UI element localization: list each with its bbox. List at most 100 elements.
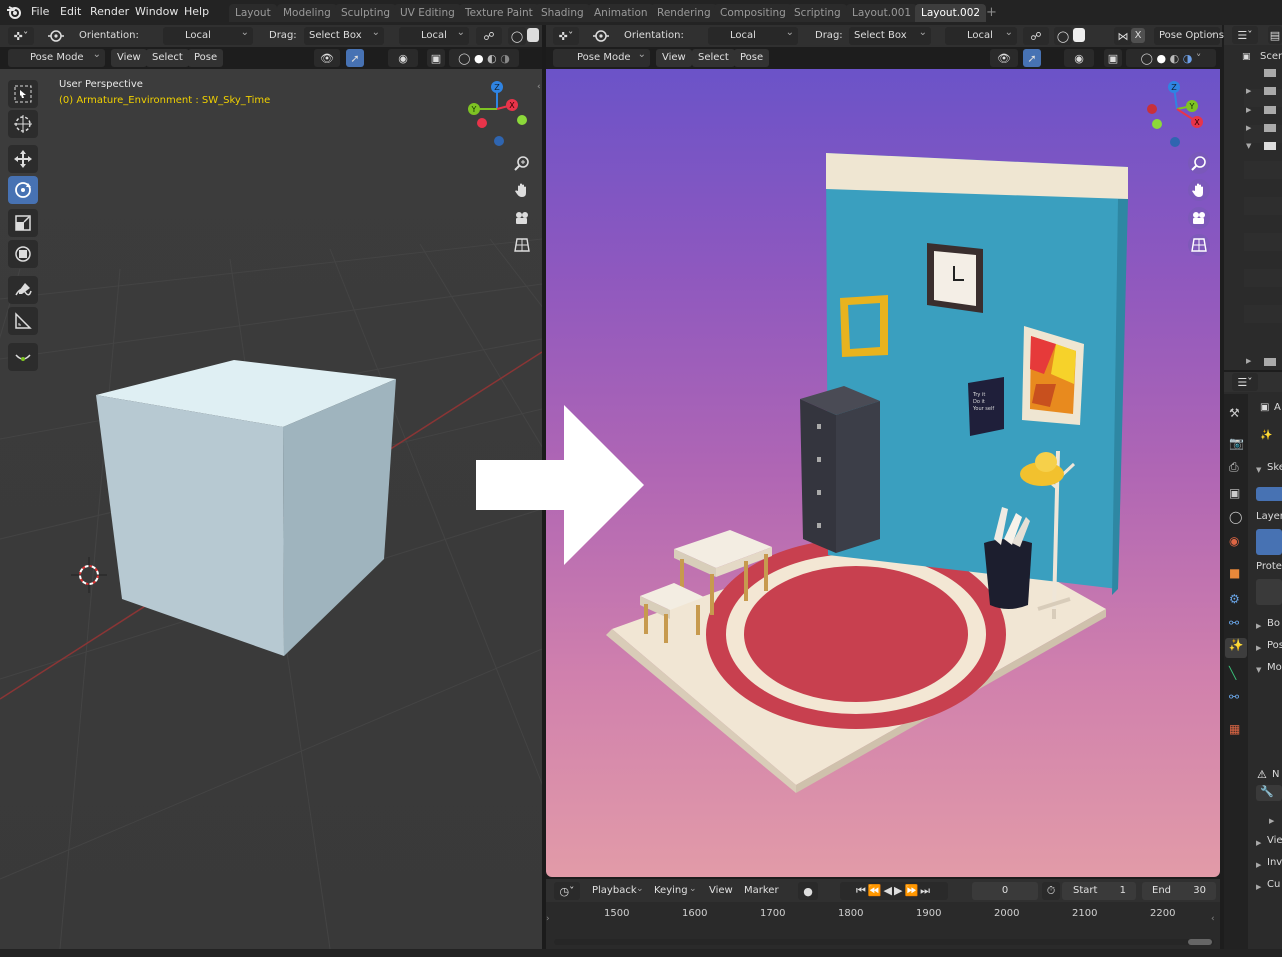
- visibility-icon[interactable]: 👁: [314, 49, 340, 67]
- right-3d-viewport-rendered[interactable]: Try it Do it Your self Z Y X: [546, 69, 1220, 877]
- mode-dropdown-right[interactable]: Pose Mode: [553, 46, 650, 67]
- pivot-dropdown-right[interactable]: Local: [945, 24, 1017, 45]
- pose-position-toggle[interactable]: [1256, 487, 1282, 501]
- texture-tab-icon[interactable]: ▦: [1229, 722, 1240, 736]
- timeline-scroll-thumb[interactable]: [1188, 939, 1212, 945]
- view-menu[interactable]: View: [111, 49, 147, 67]
- bone-roll-icon[interactable]: [8, 343, 38, 371]
- output-tab-icon[interactable]: ⎙: [1229, 460, 1239, 475]
- xray-icon[interactable]: ▣: [427, 49, 445, 67]
- motion-paths-panel[interactable]: Mo: [1267, 662, 1282, 673]
- armature-name[interactable]: A: [1274, 402, 1281, 413]
- camera-icon-right[interactable]: [1188, 207, 1210, 229]
- snap-icon[interactable]: ☍: [476, 27, 502, 45]
- tab-shading[interactable]: Shading: [535, 4, 590, 22]
- bone-constraint-tab-icon[interactable]: ⚯: [1229, 690, 1239, 704]
- snap-icon-right[interactable]: ☍: [1023, 27, 1049, 45]
- skeleton-panel[interactable]: Ske: [1267, 462, 1282, 473]
- mirror-x-toggle[interactable]: X: [1131, 28, 1145, 43]
- timeline-right-arrow-icon[interactable]: ‹: [1211, 914, 1215, 924]
- rotate-icon[interactable]: [8, 176, 38, 204]
- scene-tab-icon[interactable]: ◯: [1229, 510, 1242, 524]
- annotate-icon[interactable]: [8, 276, 38, 304]
- cursor-icon[interactable]: [8, 110, 38, 138]
- orientation-dropdown-right[interactable]: Local: [708, 24, 798, 45]
- protected-grid[interactable]: [1256, 579, 1282, 605]
- tab-layout-002[interactable]: Layout.002: [915, 4, 987, 22]
- grid-view-icon[interactable]: [511, 234, 533, 256]
- orientation-dropdown[interactable]: Local: [163, 24, 253, 45]
- menu-file[interactable]: File: [31, 5, 49, 18]
- marker-menu[interactable]: Marker: [738, 882, 785, 900]
- playback-menu[interactable]: Playback: [586, 882, 643, 900]
- tab-uv-editing[interactable]: UV Editing: [394, 4, 461, 22]
- select-menu-right[interactable]: Select: [692, 49, 735, 67]
- constraint-tab-icon[interactable]: ⚯: [1229, 616, 1239, 630]
- gizmo-toggle-icon[interactable]: ➚: [346, 49, 364, 67]
- shading-modes[interactable]: ◯ ● ◐ ◑: [449, 49, 519, 67]
- drag-dropdown[interactable]: Select Box: [304, 24, 384, 45]
- transform-icon[interactable]: ✜ˇ: [8, 27, 34, 45]
- menu-render[interactable]: Render: [90, 5, 129, 18]
- drag-dropdown-right[interactable]: Select Box: [849, 24, 931, 45]
- world-tab-icon[interactable]: ◉: [1229, 534, 1239, 548]
- outliner-type-icon[interactable]: ☰ˇ: [1232, 26, 1258, 44]
- keying-menu[interactable]: Keying: [648, 882, 694, 900]
- tool-tab-icon[interactable]: ⚒: [1229, 406, 1240, 420]
- tab-compositing[interactable]: Compositing: [714, 4, 792, 22]
- menu-edit[interactable]: Edit: [60, 5, 81, 18]
- outliner-filter-icon[interactable]: ▤: [1268, 26, 1282, 44]
- stopwatch-icon[interactable]: ⏱: [1042, 882, 1060, 900]
- pivot-dropdown[interactable]: Local: [399, 24, 469, 45]
- tab-rendering[interactable]: Rendering: [651, 4, 717, 22]
- tab-animation[interactable]: Animation: [588, 4, 654, 22]
- overlay-swatch-right[interactable]: [1073, 28, 1085, 42]
- blender-logo[interactable]: [6, 4, 22, 20]
- move-icon[interactable]: [8, 145, 38, 173]
- bone-tab-icon[interactable]: ╲: [1229, 666, 1236, 680]
- render-tab-icon[interactable]: 📷: [1229, 436, 1244, 450]
- scene-collection-label[interactable]: Scer: [1260, 51, 1282, 62]
- orientation-gizmo-icon[interactable]: [44, 27, 68, 45]
- custom-properties-panel[interactable]: Cu: [1267, 879, 1280, 890]
- pose-library-panel[interactable]: Pos: [1267, 640, 1282, 651]
- object-tab-icon[interactable]: ■: [1229, 566, 1240, 580]
- editor-type-icon[interactable]: ◷ˇ: [554, 882, 580, 900]
- playback-controls[interactable]: ⏮⏪◀▶⏩⏭: [840, 882, 948, 900]
- mirror-icon[interactable]: ⋈: [1114, 27, 1132, 45]
- pose-position-icon[interactable]: ✨: [1260, 430, 1272, 441]
- overlay-swatch[interactable]: [527, 28, 539, 42]
- zoom-icon[interactable]: [511, 152, 533, 174]
- view-layer-tab-icon[interactable]: ▣: [1229, 486, 1240, 500]
- current-frame-field[interactable]: 0: [972, 882, 1038, 900]
- menu-window[interactable]: Window: [135, 5, 178, 18]
- overlay-icon[interactable]: ◉: [388, 49, 418, 67]
- orientation-gizmo-icon-right[interactable]: [589, 27, 613, 45]
- tab-sculpting[interactable]: Sculpting: [335, 4, 397, 22]
- tab-texture-paint[interactable]: Texture Paint: [459, 4, 539, 22]
- bone-groups-panel[interactable]: Bo: [1267, 618, 1280, 629]
- add-workspace-button[interactable]: +: [986, 5, 997, 20]
- zoom-icon-right[interactable]: [1188, 152, 1210, 174]
- timeline-left-arrow-icon[interactable]: ›: [546, 914, 550, 924]
- camera-icon[interactable]: [511, 207, 533, 229]
- hand-icon-right[interactable]: [1188, 179, 1210, 201]
- inverse-kinematics-panel[interactable]: Inv: [1267, 857, 1282, 868]
- xray-icon-right[interactable]: ▣: [1104, 49, 1122, 67]
- pose-menu[interactable]: Pose: [188, 49, 224, 67]
- tab-layout-001[interactable]: Layout.001: [846, 4, 918, 22]
- collapse-left-icon[interactable]: ‹: [537, 82, 541, 92]
- navigation-gizmo[interactable]: Z X Y: [466, 79, 532, 151]
- menu-help[interactable]: Help: [184, 5, 209, 18]
- overlay-icon-right[interactable]: ◉: [1064, 49, 1094, 67]
- view-menu-right[interactable]: View: [656, 49, 692, 67]
- timeline-scrollbar[interactable]: [554, 939, 1214, 945]
- timeline-view-menu[interactable]: View: [703, 882, 739, 900]
- visibility-icon-right[interactable]: 👁: [990, 49, 1018, 67]
- armature-tab-icon[interactable]: ✨: [1225, 638, 1247, 658]
- shading-modes-right[interactable]: ◯ ● ◐ ◑ ˅: [1126, 49, 1216, 67]
- tab-layout[interactable]: Layout: [229, 4, 277, 22]
- end-frame-field[interactable]: End 30: [1142, 882, 1216, 900]
- hand-icon[interactable]: [511, 179, 533, 201]
- proportional-icon-right[interactable]: ◯: [1054, 27, 1072, 45]
